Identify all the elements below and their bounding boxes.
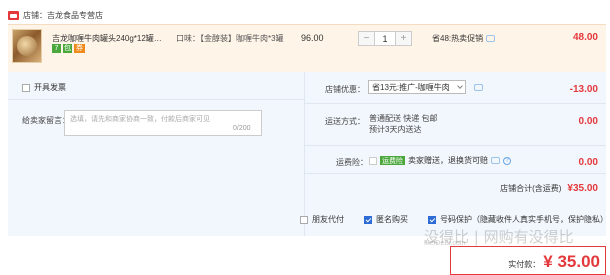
shop-total-label: 店铺合计(含运费) [500, 184, 562, 193]
privacy-option[interactable]: 号码保护（隐藏收件人真实手机号，保护隐私） ? [428, 214, 610, 225]
promotion-info: 省48:热卖促销 [432, 33, 496, 44]
seven-day-return-icon: 7 [52, 44, 61, 53]
promotion-label: 省48:热卖促销 [432, 34, 484, 43]
chat-icon[interactable] [474, 84, 483, 91]
chevron-down-icon [457, 83, 463, 89]
shipping-method: 普通配送 快递 包邮 [369, 114, 438, 123]
increase-button[interactable]: + [396, 32, 411, 45]
chat-icon[interactable] [491, 157, 500, 164]
friend-pay-option[interactable]: 朋友代付 [300, 214, 344, 225]
divider [304, 173, 606, 174]
message-placeholder: 选填，请先和商家协商一致，付款后商家可见 [70, 116, 210, 123]
discount-amount: -13.00 [569, 84, 598, 95]
anonymous-option[interactable]: 匿名购买 [364, 214, 408, 225]
insurance-info: 运费险 卖家赠送，退换货可赔 ? [369, 155, 511, 166]
guarantee-icon: 包 [63, 44, 72, 53]
insurance-checkbox [369, 156, 377, 165]
discount-selected: 省13元:推广-咖喱牛肉 [372, 82, 450, 92]
insurance-label: 运费险： [336, 158, 368, 167]
order-options-panel [8, 72, 606, 236]
insurance-amount: 0.00 [578, 157, 598, 168]
message-char-count: 0/200 [233, 125, 251, 132]
shop-total: 店铺合计(含运费) ¥35.00 [500, 183, 598, 194]
decrease-button[interactable]: − [359, 32, 374, 45]
anonymous-label: 匿名购买 [376, 215, 408, 224]
invoice-label: 开具发票 [34, 83, 66, 92]
help-icon[interactable]: ? [503, 156, 511, 165]
shipping-eta: 预计3天内送达 [369, 125, 422, 134]
divider [304, 103, 606, 104]
anonymous-checkbox[interactable] [364, 215, 372, 224]
insurance-tag: 运费险 [380, 156, 405, 165]
shop-icon [8, 10, 19, 20]
message-label: 给卖家留言： [22, 116, 70, 125]
cart-item-row [8, 24, 606, 72]
shop-header: 店铺：吉龙食品专营店 [8, 9, 103, 21]
unit-price: 96.00 [301, 33, 324, 43]
final-payment-label: 实付款： [508, 260, 541, 269]
final-payment: 实付款： ¥ 35.00 [508, 252, 600, 272]
coupon-icon: 券 [74, 44, 85, 53]
chat-icon[interactable] [486, 35, 496, 42]
quantity-input[interactable]: 1 [374, 32, 396, 45]
product-badges: 7 包 券 [52, 44, 85, 53]
shipping-label: 运送方式： [325, 117, 365, 126]
invoice-option[interactable]: 开具发票 [22, 82, 66, 93]
friend-pay-label: 朋友代付 [312, 215, 344, 224]
friend-pay-checkbox[interactable] [300, 215, 308, 224]
divider [304, 145, 606, 146]
product-thumbnail[interactable] [12, 29, 42, 63]
shipping-amount: 0.00 [578, 116, 598, 127]
product-title[interactable]: 吉龙咖喱牛肉罐头240g*12罐… [52, 33, 162, 44]
insurance-text: 卖家赠送，退换货可赔 [408, 156, 488, 165]
shop-name[interactable]: 店铺：吉龙食品专营店 [23, 10, 103, 21]
discount-label: 店铺优惠： [325, 85, 365, 94]
invoice-checkbox[interactable] [22, 83, 30, 92]
shop-total-value: ¥35.00 [567, 183, 598, 194]
divider [304, 72, 305, 236]
discount-select[interactable]: 省13元:推广-咖喱牛肉 [368, 80, 466, 94]
item-subtotal: 48.00 [572, 32, 598, 43]
divider [8, 99, 304, 100]
shipping-info: 普通配送 快递 包邮 预计3天内送达 [369, 113, 437, 135]
privacy-checkbox[interactable] [428, 215, 436, 224]
final-payment-value: ¥ 35.00 [543, 252, 600, 271]
product-spec: 口味：【金醇装】咖喱牛肉*3罐 [176, 34, 284, 43]
quantity-stepper: − 1 + [358, 31, 412, 46]
privacy-label: 号码保护（隐藏收件人真实手机号，保护隐私） [440, 215, 608, 224]
